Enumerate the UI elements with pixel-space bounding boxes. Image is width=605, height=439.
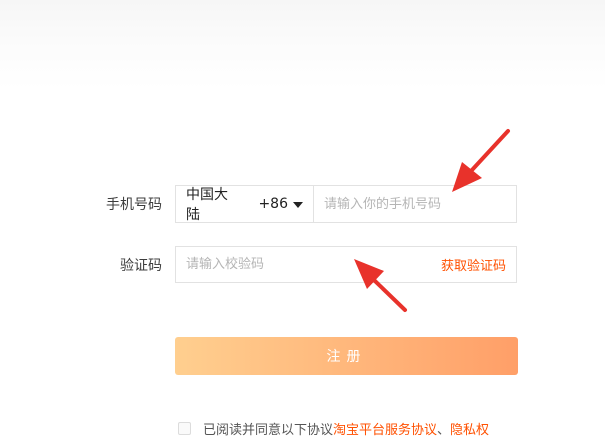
- agreement-row: 已阅读并同意以下协议 淘宝平台服务协议 、 隐私权: [178, 417, 489, 439]
- caret-down-icon: [293, 201, 303, 208]
- get-code-button[interactable]: 获取验证码: [431, 255, 516, 274]
- phone-field-group: 中国大陆 +86: [175, 185, 517, 223]
- region-select[interactable]: 中国大陆 +86: [176, 186, 314, 223]
- agreement-checkbox[interactable]: [178, 421, 191, 435]
- phone-input[interactable]: [314, 186, 516, 222]
- region-code: +86: [258, 196, 288, 212]
- phone-label: 手机号码: [106, 197, 162, 213]
- region-name: 中国大陆: [186, 187, 228, 223]
- code-label: 验证码: [120, 258, 162, 274]
- verification-code-input[interactable]: [176, 247, 431, 282]
- privacy-link[interactable]: 隐私权: [450, 419, 489, 438]
- service-agreement-link[interactable]: 淘宝平台服务协议: [333, 419, 437, 438]
- agreement-separator: 、: [437, 422, 451, 438]
- registration-form: 手机号码 中国大陆 +86 验证码 获取验证码 注册 已阅读并同意以下协议 淘宝…: [0, 0, 605, 439]
- agreement-prefix: 已阅读并同意以下协议: [203, 422, 334, 438]
- code-field-group: 获取验证码: [175, 246, 517, 283]
- register-button[interactable]: 注册: [175, 337, 518, 375]
